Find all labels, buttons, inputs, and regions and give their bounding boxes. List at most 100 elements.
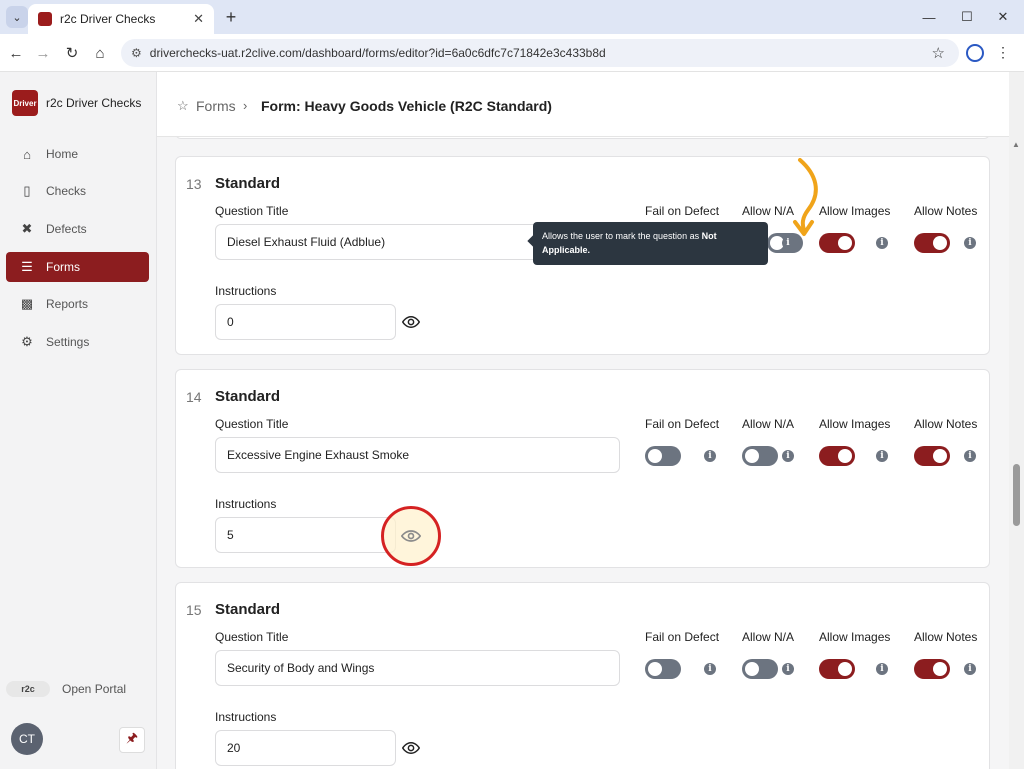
allow-notes-toggle[interactable] (914, 233, 950, 253)
instructions-label: Instructions (215, 284, 277, 298)
fail-on-defect-label: Fail on Defect (645, 204, 720, 218)
allow-images-toggle[interactable] (819, 659, 855, 679)
browser-window: ⌄ r2c Driver Checks ✕ + — ☐ ✕ ← → ↻ ⌂ ⚙ … (0, 0, 1024, 769)
info-icon[interactable]: i (782, 450, 794, 462)
pin-icon[interactable]: 🖈 (119, 727, 145, 753)
address-bar: ← → ↻ ⌂ ⚙ driverchecks-uat.r2clive.com/d… (0, 34, 1024, 72)
question-number: 13 (186, 176, 202, 192)
allow-notes-toggle[interactable] (914, 446, 950, 466)
open-portal-label: Open Portal (62, 682, 127, 696)
avatar[interactable]: CT (11, 723, 43, 755)
allow-images-toggle[interactable] (819, 446, 855, 466)
brand-name: r2c Driver Checks (46, 96, 142, 110)
maximize-icon[interactable]: ☐ (955, 6, 979, 28)
tooltip-text: Allows the user to mark the question as (542, 231, 702, 241)
page-header: ☆ Forms › Form: Heavy Goods Vehicle (R2C… (157, 72, 1024, 137)
favorite-star-icon[interactable]: ☆ (177, 98, 189, 114)
site-info-icon[interactable]: ⚙ (131, 46, 142, 60)
url-text: driverchecks-uat.r2clive.com/dashboard/f… (149, 46, 606, 60)
sidebar-item-defects[interactable]: ✖ Defects (6, 214, 149, 244)
app: Driver r2c Driver Checks ⌂ Home ▯ Checks… (0, 72, 1024, 769)
home-icon: ⌂ (23, 146, 31, 162)
fail-on-defect-label: Fail on Defect (645, 630, 720, 644)
chevron-right-icon: › (243, 98, 248, 113)
allow-notes-toggle[interactable] (914, 659, 950, 679)
clipboard-icon: ▯ (23, 183, 31, 198)
instructions-label: Instructions (215, 710, 277, 724)
question-number: 14 (186, 389, 202, 405)
page-title: Form: Heavy Goods Vehicle (R2C Standard) (261, 98, 552, 114)
info-icon[interactable]: i (782, 663, 794, 675)
allow-na-toggle[interactable] (742, 446, 778, 466)
info-icon[interactable]: i (876, 663, 888, 675)
fail-on-defect-toggle[interactable] (645, 446, 681, 466)
new-tab-icon[interactable]: + (220, 6, 242, 28)
question-type: Standard (215, 601, 281, 618)
question-card: 14 Standard Question Title Excessive Eng… (175, 369, 990, 568)
list-icon: ☰ (21, 259, 33, 274)
question-card: 15 Standard Question Title Security of B… (175, 582, 990, 769)
instructions-input[interactable]: 5 (215, 517, 396, 553)
allow-images-label: Allow Images (819, 630, 891, 644)
reload-icon[interactable]: ↻ (61, 42, 83, 64)
home-page-icon[interactable]: ⌂ (89, 42, 111, 64)
sidebar-item-reports[interactable]: ▩ Reports (6, 289, 149, 319)
allow-images-label: Allow Images (819, 417, 891, 431)
scrollbar[interactable]: ▲ (1009, 72, 1024, 769)
eye-icon[interactable] (402, 313, 420, 331)
sidebar-item-label: Reports (46, 297, 89, 311)
allow-notes-label: Allow Notes (914, 417, 978, 431)
window-close-icon[interactable]: ✕ (991, 6, 1015, 28)
fail-on-defect-toggle[interactable] (645, 659, 681, 679)
instructions-input[interactable]: 0 (215, 304, 396, 340)
info-icon[interactable]: i (876, 450, 888, 462)
info-icon[interactable]: i (782, 237, 794, 249)
info-icon[interactable]: i (704, 663, 716, 675)
question-title-input[interactable]: Excessive Engine Exhaust Smoke (215, 437, 620, 473)
allow-notes-label: Allow Notes (914, 204, 978, 218)
brand[interactable]: Driver r2c Driver Checks (12, 90, 141, 116)
open-portal-link[interactable]: r2c Open Portal (6, 681, 126, 697)
arrow-annotation-icon (793, 158, 818, 236)
info-icon[interactable]: i (964, 237, 976, 249)
info-icon[interactable]: i (876, 237, 888, 249)
breadcrumb-forms[interactable]: Forms (196, 98, 236, 114)
back-icon[interactable]: ← (5, 42, 27, 64)
browser-menu-icon[interactable]: ⋮ (996, 44, 1010, 61)
tab-search-icon[interactable]: ⌄ (6, 6, 28, 28)
sidebar-item-checks[interactable]: ▯ Checks (6, 176, 149, 206)
bookmark-star-icon[interactable]: ☆ (932, 44, 945, 62)
instructions-input[interactable]: 20 (215, 730, 396, 766)
info-icon[interactable]: i (964, 663, 976, 675)
eye-icon[interactable] (401, 529, 421, 543)
question-title-label: Question Title (215, 204, 289, 218)
eye-icon[interactable] (402, 739, 420, 757)
forward-icon[interactable]: → (32, 42, 54, 64)
gear-icon: ⚙ (21, 334, 33, 349)
profile-icon[interactable] (966, 44, 984, 62)
allow-na-label: Allow N/A (742, 204, 795, 218)
info-icon[interactable]: i (964, 450, 976, 462)
question-type: Standard (215, 175, 281, 192)
sidebar-item-settings[interactable]: ⚙ Settings (6, 327, 149, 357)
sidebar-item-label: Settings (46, 335, 90, 349)
close-icon[interactable]: ✕ (193, 11, 204, 27)
url-field[interactable]: ⚙ driverchecks-uat.r2clive.com/dashboard… (121, 39, 959, 67)
sidebar-item-label: Forms (46, 260, 80, 274)
sidebar-item-label: Checks (46, 184, 87, 198)
fail-on-defect-label: Fail on Defect (645, 417, 720, 431)
question-number: 15 (186, 602, 202, 618)
sidebar-item-forms[interactable]: ☰ Forms (6, 252, 149, 282)
sidebar-item-label: Home (46, 147, 79, 161)
scroll-thumb[interactable] (1013, 464, 1020, 526)
scroll-up-icon[interactable]: ▲ (1012, 140, 1020, 149)
browser-tab[interactable]: r2c Driver Checks ✕ (28, 4, 214, 34)
sidebar-item-home[interactable]: ⌂ Home (6, 139, 149, 169)
sidebar-item-label: Defects (46, 222, 87, 236)
brand-logo: Driver (12, 90, 38, 116)
question-title-input[interactable]: Security of Body and Wings (215, 650, 620, 686)
question-type: Standard (215, 388, 281, 405)
allow-na-toggle[interactable] (742, 659, 778, 679)
info-icon[interactable]: i (704, 450, 716, 462)
minimize-icon[interactable]: — (917, 6, 941, 28)
